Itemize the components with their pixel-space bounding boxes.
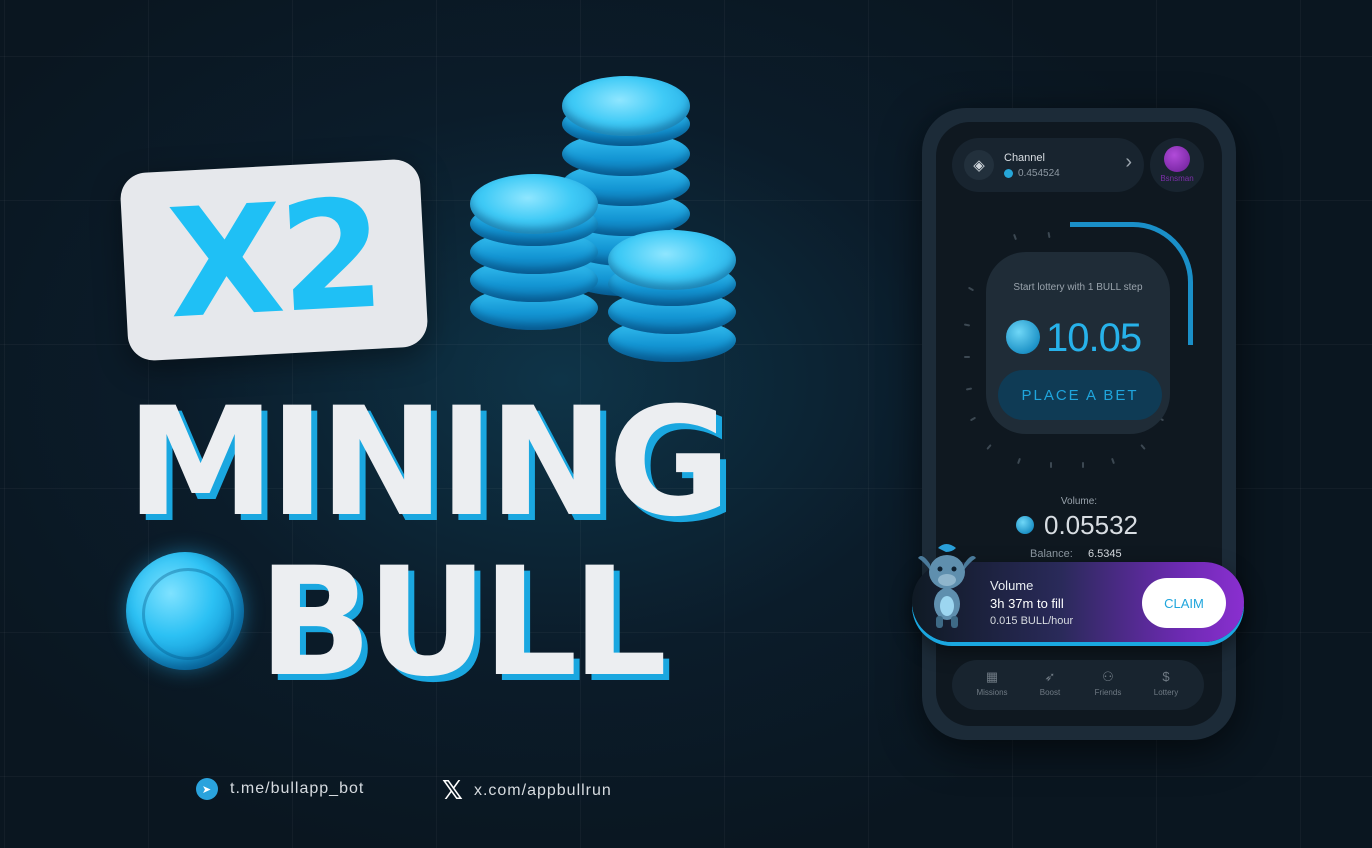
- friends-icon: ⚇: [1102, 669, 1114, 684]
- coin-icon: [1006, 320, 1040, 354]
- volume-value: 0.05532: [1044, 510, 1138, 540]
- channel-title: Channel: [1004, 152, 1045, 164]
- telegram-icon: ➤: [196, 778, 218, 800]
- tab-label: Friends: [1094, 688, 1122, 697]
- coin-stack-right: [608, 222, 736, 364]
- tab-missions[interactable]: ▦ Missions: [966, 668, 1018, 697]
- x2-badge: X2: [119, 158, 429, 362]
- balance-value: 6.5345: [1088, 548, 1122, 560]
- coin-icon: [1016, 516, 1034, 534]
- channel-value: 0.454524: [1018, 168, 1060, 179]
- telegram-link[interactable]: ➤ t.me/bullapp_bot: [196, 778, 364, 800]
- volume-label: Volume:: [1060, 496, 1098, 507]
- coin-stack-left: [470, 172, 598, 342]
- phone-mockup: ◈ Channel 0.454524 › Bsnsman Start lotte…: [912, 108, 1244, 740]
- tab-friends[interactable]: ⚇ Friends: [1082, 668, 1134, 697]
- multiplier-text: X2: [163, 167, 385, 353]
- binance-icon: ◈: [964, 150, 994, 180]
- tab-lottery[interactable]: $ Lottery: [1140, 668, 1192, 697]
- x-link[interactable]: 𝕏 x.com/appbullrun: [442, 778, 612, 804]
- profile-button[interactable]: Bsnsman: [1150, 138, 1204, 192]
- tab-boost[interactable]: ➶ Boost: [1024, 668, 1076, 697]
- telegram-text: t.me/bullapp_bot: [230, 780, 365, 797]
- tab-bar: ▦ Missions ➶ Boost ⚇ Friends $ Lottery: [952, 660, 1204, 710]
- x-logo-icon: 𝕏: [442, 776, 464, 806]
- rocket-icon: ➶: [1044, 669, 1056, 684]
- lottery-label: Start lottery with 1 BULL step: [1013, 282, 1143, 293]
- claim-rate: 0.015 BULL/hour: [990, 615, 1074, 627]
- coin-icon: [126, 552, 244, 670]
- avatar: [1164, 146, 1190, 172]
- profile-name: Bsnsman: [1160, 174, 1194, 183]
- claim-button[interactable]: CLAIM: [1142, 578, 1226, 628]
- lottery-amount: 10.05: [1046, 316, 1142, 360]
- tab-label: Missions: [976, 688, 1008, 697]
- headline-bull: BULL: [258, 536, 667, 710]
- bull-mascot-icon: [918, 544, 976, 628]
- claim-title: Volume: [990, 578, 1034, 593]
- tab-label: Boost: [1039, 688, 1061, 697]
- missions-icon: ▦: [985, 669, 999, 684]
- balance-label: Balance:: [1030, 548, 1073, 560]
- claim-time: 3h 37m to fill: [990, 596, 1064, 611]
- claim-bar: Volume 3h 37m to fill 0.015 BULL/hour CL…: [912, 544, 1244, 642]
- x-text: x.com/appbullrun: [473, 782, 612, 799]
- dollar-icon: $: [1162, 669, 1170, 684]
- tab-label: Lottery: [1153, 688, 1179, 697]
- headline-mining: MINING: [126, 376, 731, 550]
- coin-dot-icon: [1004, 169, 1013, 178]
- channel-card[interactable]: ◈ Channel 0.454524 ›: [952, 138, 1144, 192]
- chevron-right-icon: ›: [1125, 151, 1132, 173]
- phone-screen: ◈ Channel 0.454524 › Bsnsman Start lotte…: [912, 122, 1244, 726]
- place-bet-button[interactable]: PLACE A BET: [998, 370, 1162, 420]
- lottery-card: Start lottery with 1 BULL step 10.05 PLA…: [986, 252, 1170, 434]
